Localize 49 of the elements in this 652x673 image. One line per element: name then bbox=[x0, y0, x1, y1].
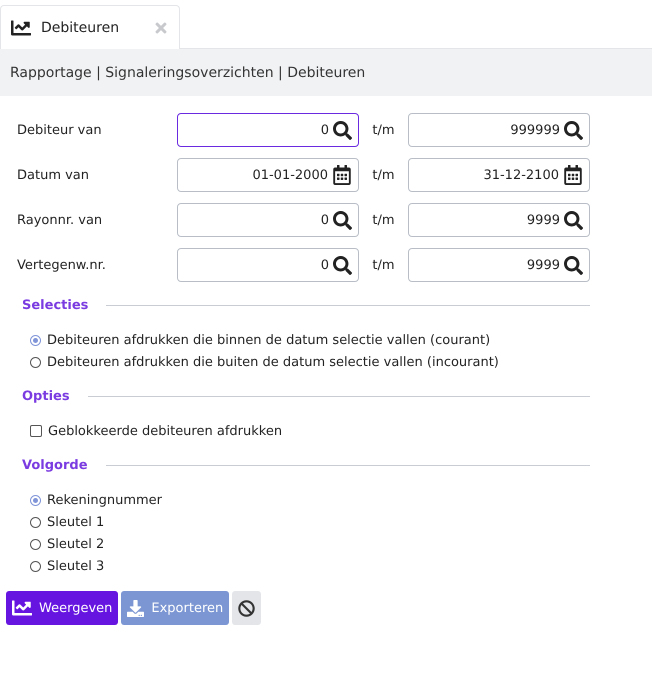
input-field[interactable]: 9999 bbox=[408, 203, 590, 237]
option-label[interactable]: Sleutel 1 bbox=[47, 514, 104, 530]
option-label[interactable]: Sleutel 2 bbox=[47, 536, 104, 552]
field-label: Datum van bbox=[17, 168, 90, 182]
field-label: Debiteur van bbox=[17, 122, 103, 138]
section-title: Selecties bbox=[22, 298, 88, 313]
search-icon[interactable] bbox=[564, 210, 583, 230]
section-title: Opties bbox=[22, 389, 70, 404]
chart-icon bbox=[12, 598, 32, 618]
input-field[interactable]: 31-12-2100 bbox=[408, 158, 590, 192]
input-field[interactable]: 0 bbox=[177, 248, 359, 282]
calendar-icon[interactable] bbox=[563, 165, 583, 185]
tab[interactable]: Debiteuren bbox=[0, 5, 180, 49]
search-icon[interactable] bbox=[333, 210, 352, 230]
field-label: Rayonnr. van bbox=[17, 212, 104, 228]
radio-button[interactable] bbox=[30, 334, 41, 346]
calendar-icon[interactable] bbox=[332, 165, 352, 185]
search-icon[interactable] bbox=[564, 256, 583, 274]
option-label[interactable]: Debiteuren afdrukken die binnen de datum selectie vallen (courant) bbox=[47, 332, 490, 348]
input-field[interactable]: 01-01-2000 bbox=[177, 158, 359, 192]
download-icon bbox=[127, 600, 144, 616]
range-separator: t/m bbox=[371, 168, 396, 182]
checkbox[interactable] bbox=[30, 425, 42, 437]
search-icon[interactable] bbox=[333, 120, 352, 140]
section-title: Volgorde bbox=[22, 458, 88, 473]
input-field[interactable]: 0 bbox=[177, 113, 359, 147]
cancel-icon bbox=[238, 600, 256, 616]
cancel-button[interactable] bbox=[232, 591, 262, 625]
breadcrumb: Rapportage | Signaleringsoverzichten | Debiteuren bbox=[0, 49, 652, 96]
input-field[interactable]: 0 bbox=[177, 203, 359, 237]
range-separator: t/m bbox=[371, 258, 396, 272]
input-field[interactable]: 999999 bbox=[408, 113, 590, 147]
range-separator: t/m bbox=[371, 212, 396, 228]
radio-button[interactable] bbox=[30, 494, 41, 506]
field-label: Vertegenw.nr. bbox=[17, 258, 107, 272]
option-label[interactable]: Debiteuren afdrukken die buiten de datum selectie vallen (incourant) bbox=[47, 354, 499, 370]
option-label[interactable]: Rekeningnummer bbox=[47, 492, 162, 508]
radio-button[interactable] bbox=[30, 516, 41, 528]
search-icon[interactable] bbox=[333, 256, 352, 274]
search-icon[interactable] bbox=[564, 120, 583, 140]
radio-button[interactable] bbox=[30, 538, 41, 550]
show-button[interactable]: Weergeven bbox=[6, 591, 118, 625]
range-separator: t/m bbox=[371, 122, 396, 138]
option-label[interactable]: Geblokkeerde debiteuren afdrukken bbox=[48, 424, 282, 438]
radio-button[interactable] bbox=[30, 356, 41, 368]
radio-button[interactable] bbox=[30, 560, 41, 572]
input-field[interactable]: 9999 bbox=[408, 248, 590, 282]
option-label[interactable]: Sleutel 3 bbox=[47, 558, 104, 574]
chart-icon bbox=[11, 18, 31, 38]
